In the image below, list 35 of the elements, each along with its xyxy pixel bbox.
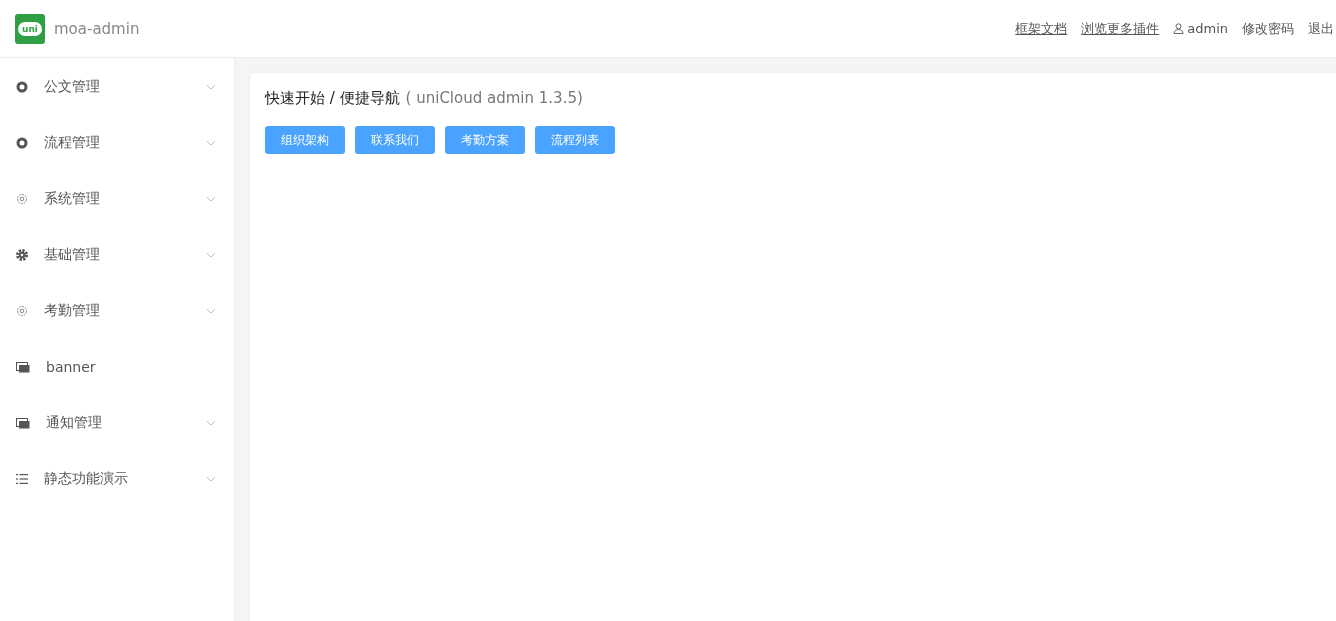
list-icon xyxy=(16,474,28,484)
menu-label: 通知管理 xyxy=(46,414,103,432)
menu-label: 基础管理 xyxy=(44,246,101,264)
panel-title: 快速开始 / 便捷导航 xyxy=(265,89,400,108)
logo-text: uni xyxy=(18,21,42,36)
menu-item[interactable]: 静态功能演示 xyxy=(0,451,234,507)
user-menu[interactable]: admin xyxy=(1173,21,1228,36)
menu-label: 考勤管理 xyxy=(44,302,101,320)
settings-icon xyxy=(16,249,28,261)
header-link[interactable]: 退出 xyxy=(1308,19,1334,38)
menu-item[interactable]: 公文管理 xyxy=(0,59,234,115)
settings-icon xyxy=(16,305,28,317)
circle-icon xyxy=(16,137,28,149)
header-link[interactable]: 浏览更多插件 xyxy=(1081,19,1160,38)
menu-label: 静态功能演示 xyxy=(44,470,129,488)
menu-item[interactable]: 考勤管理 xyxy=(0,283,234,339)
menu-item[interactable]: 通知管理 xyxy=(0,395,234,451)
menu-label: 公文管理 xyxy=(44,78,101,96)
header-link[interactable]: 修改密码 xyxy=(1242,19,1294,38)
menu-item[interactable]: 系统管理 xyxy=(0,171,234,227)
app-name: moa-admin xyxy=(54,19,140,38)
settings-icon xyxy=(16,193,28,205)
menu-item[interactable]: banner xyxy=(0,339,234,395)
menu-label: 系统管理 xyxy=(44,190,101,208)
header-link[interactable]: 框架文档 xyxy=(1015,19,1068,38)
menu-label: 流程管理 xyxy=(44,134,101,152)
user-icon xyxy=(1173,23,1185,34)
circle-icon xyxy=(16,81,28,93)
user-name: admin xyxy=(1187,21,1228,36)
image-icon xyxy=(16,361,30,373)
image-icon xyxy=(16,417,30,429)
menu-label: banner xyxy=(46,359,97,375)
panel-subtitle: ( uniCloud admin 1.3.5) xyxy=(405,89,583,107)
menu-item[interactable]: 基础管理 xyxy=(0,227,234,283)
menu-item[interactable]: 流程管理 xyxy=(0,115,234,171)
